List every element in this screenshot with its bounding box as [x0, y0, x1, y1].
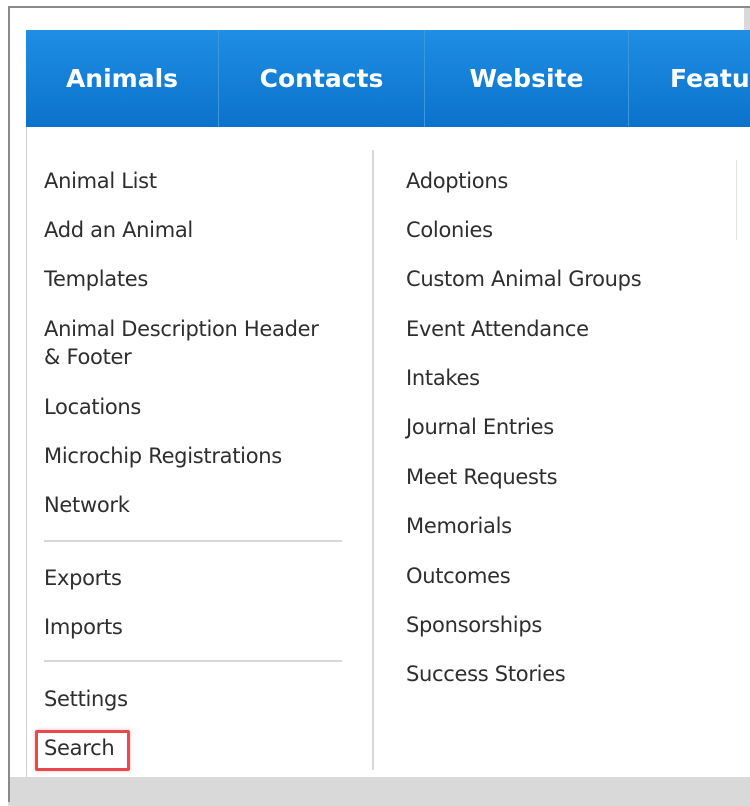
menu-item-templates[interactable]: Templates: [44, 266, 148, 292]
menu-left-border: [26, 127, 27, 777]
background-page-edge: [736, 160, 737, 240]
menu-item-animal-description-footer[interactable]: & Footer: [44, 344, 132, 370]
main-nav-bar: Animals Contacts Website Featu: [26, 30, 750, 127]
menu-item-adoptions[interactable]: Adoptions: [406, 168, 508, 194]
menu-item-memorials[interactable]: Memorials: [406, 513, 512, 539]
nav-tab-animals[interactable]: Animals: [26, 30, 219, 127]
nav-tab-contacts[interactable]: Contacts: [219, 30, 425, 127]
menu-item-exports[interactable]: Exports: [44, 565, 122, 591]
menu-item-network[interactable]: Network: [44, 492, 130, 518]
menu-item-custom-animal-groups[interactable]: Custom Animal Groups: [406, 266, 642, 292]
menu-item-microchip-registrations[interactable]: Microchip Registrations: [44, 443, 282, 469]
nav-tab-website[interactable]: Website: [425, 30, 629, 127]
menu-item-journal-entries[interactable]: Journal Entries: [406, 414, 554, 440]
menu-item-success-stories[interactable]: Success Stories: [406, 661, 566, 687]
menu-item-add-an-animal[interactable]: Add an Animal: [44, 217, 193, 243]
menu-item-animal-list[interactable]: Animal List: [44, 168, 157, 194]
nav-tab-features[interactable]: Featu: [629, 30, 750, 127]
menu-item-imports[interactable]: Imports: [44, 614, 123, 640]
menu-item-outcomes[interactable]: Outcomes: [406, 563, 511, 589]
menu-item-intakes[interactable]: Intakes: [406, 365, 480, 391]
menu-separator: [44, 540, 342, 542]
menu-item-colonies[interactable]: Colonies: [406, 217, 493, 243]
menu-item-event-attendance[interactable]: Event Attendance: [406, 316, 589, 342]
search-highlight-box: [35, 730, 130, 771]
menu-item-settings[interactable]: Settings: [44, 686, 128, 712]
menu-item-animal-description-header[interactable]: Animal Description Header: [44, 316, 319, 342]
menu-item-locations[interactable]: Locations: [44, 394, 141, 420]
menu-item-sponsorships[interactable]: Sponsorships: [406, 612, 542, 638]
menu-item-meet-requests[interactable]: Meet Requests: [406, 464, 558, 490]
menu-column-divider: [372, 150, 374, 770]
menu-separator: [44, 660, 342, 662]
